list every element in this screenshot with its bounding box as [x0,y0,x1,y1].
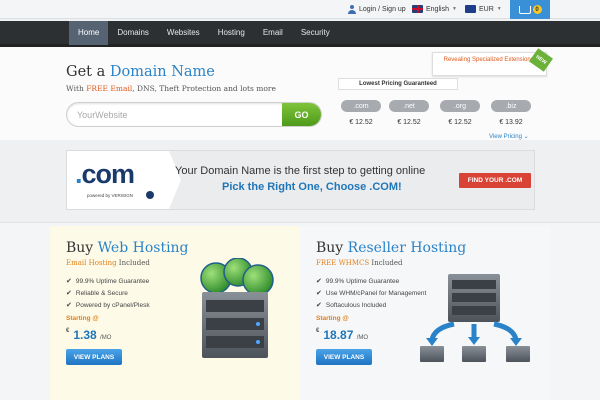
feature-item: ✔ 99.9% Uptime Guarantee [316,277,400,286]
currency-selector[interactable]: EUR ▼ [465,3,502,15]
language-selector[interactable]: English ▼ [412,3,457,15]
domain-search-input[interactable] [67,103,285,126]
reseller-hosting-price: €18.87 /MO [316,328,369,342]
login-label: Login / Sign up [359,5,406,13]
nav-item-home[interactable]: Home [69,21,109,45]
tld-biz-price: € 13.92 [499,119,523,126]
web-hosting-title: Buy Web Hosting [66,240,189,256]
check-icon: ✔ [316,302,322,309]
tld-com-price: € 12.52 [349,119,373,126]
starting-label: Starting @ [316,315,349,322]
web-hosting-subtitle: Email Hosting Included [66,259,150,267]
check-icon: ✔ [66,302,72,309]
view-pricing-link[interactable]: View Pricing ⌄ [489,133,529,140]
web-view-plans-button[interactable]: VIEW PLANS [66,349,122,365]
lowest-pricing-label: Lowest Pricing Guaranteed [338,78,458,90]
nav-item-hosting[interactable]: Hosting [209,21,254,45]
eu-flag-icon [465,5,476,13]
check-icon: ✔ [66,278,72,285]
tld-org-pill[interactable]: .org [440,100,480,112]
go-button[interactable]: GO [282,103,321,126]
check-icon: ✔ [66,290,72,297]
reseller-view-plans-button[interactable]: VIEW PLANS [316,349,372,365]
nav-item-websites[interactable]: Websites [158,21,209,45]
feature-item: ✔ Use WHM/cPanel for Management [316,289,427,298]
check-icon: ✔ [316,278,322,285]
powered-by-verisign: powered by VERISIGN [87,193,134,198]
domain-heading: Get a Domain Name [66,64,215,80]
utility-bar: Login / Sign up English ▼ EUR ▼ 0 [0,0,600,19]
uk-flag-icon [412,5,423,13]
tld-net-price: € 12.52 [397,119,421,126]
cart-count-badge: 0 [532,5,542,14]
nav-item-domains[interactable]: Domains [108,21,158,45]
dotcom-headline: Your Domain Name is the first step to ge… [175,165,426,177]
cart-button[interactable]: 0 [510,0,550,19]
user-icon [348,4,356,14]
reseller-server-illustration [420,274,530,362]
dotcom-banner[interactable]: .com powered by VERISIGN Your Domain Nam… [66,150,535,210]
language-label: English [426,5,449,13]
starting-label: Starting @ [66,315,99,322]
main-nav: Home Domains Websites Hosting Email Secu… [0,21,600,47]
nav-item-security[interactable]: Security [292,21,339,45]
feature-item: ✔ Softaculous Included [316,301,387,310]
find-your-com-button[interactable]: FIND YOUR .COM [459,173,531,188]
web-hosting-price: €1.38 /MO [66,328,112,342]
feature-item: ✔ Reliable & Secure [66,289,128,298]
tld-org-price: € 12.52 [448,119,472,126]
verisign-check-icon [146,191,154,199]
dotcom-tagline: Pick the Right One, Choose .COM! [222,181,402,193]
nav-item-email[interactable]: Email [254,21,292,45]
tld-biz-pill[interactable]: .biz [491,100,531,112]
web-server-globe-illustration [200,258,274,358]
domain-subheading: With FREE Email, DNS, Theft Protection a… [66,84,276,93]
chevron-down-icon: ▼ [496,6,502,12]
check-icon: ✔ [316,290,322,297]
specialized-extensions-tag[interactable]: Revealing Specialized Extensions! [432,52,547,76]
chevron-down-icon: ▼ [451,6,457,12]
reseller-hosting-title: Buy Reseller Hosting [316,240,467,256]
cart-icon [518,5,531,14]
dotcom-logo: .com [75,159,135,189]
tld-com-pill[interactable]: .com [341,100,381,112]
feature-item: ✔ Powered by cPanel/Plesk [66,301,150,310]
feature-item: ✔ 99.9% Uptime Guarantee [66,277,150,286]
login-link[interactable]: Login / Sign up [348,3,406,15]
tld-net-pill[interactable]: .net [389,100,429,112]
currency-label: EUR [479,5,494,13]
reseller-hosting-subtitle: FREE WHMCS Included [316,259,403,267]
